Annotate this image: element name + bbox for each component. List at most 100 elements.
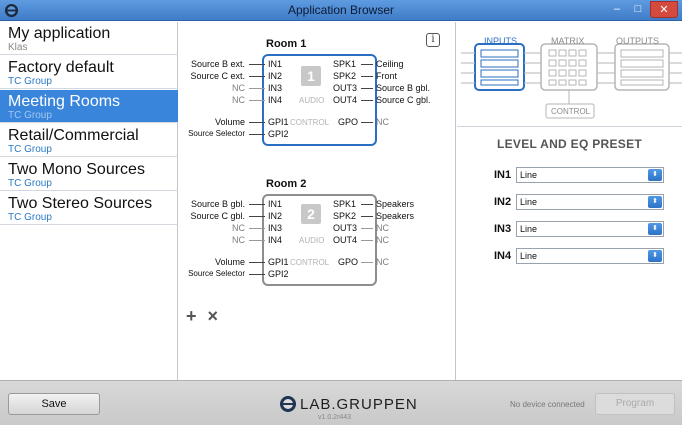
connector-line <box>249 134 265 135</box>
room-1-title: Room 1 <box>266 38 307 50</box>
connector-line <box>249 100 265 101</box>
item-group: TC Group <box>8 212 52 223</box>
room-2-spk2-port: SPK2 <box>333 211 357 221</box>
eq-in4-select[interactable]: Line ⬍ <box>516 248 664 264</box>
info-icon[interactable]: i <box>426 33 440 47</box>
room-1-out3-port: OUT3 <box>333 83 358 93</box>
item-group: Klas <box>8 42 28 53</box>
maximize-button[interactable]: □ <box>628 1 648 18</box>
room-1-in3-source: NC <box>232 83 245 93</box>
room-2-gpi1-port: GPI1 <box>268 257 289 267</box>
room-2-out3-dest: NC <box>376 223 389 233</box>
connector-line <box>361 76 373 77</box>
eq-in1-select[interactable]: Line ⬍ <box>516 167 664 183</box>
room-1-gpi1-port: GPI1 <box>268 117 289 127</box>
room-2-out4-dest: NC <box>376 235 389 245</box>
room-2-in3-source: NC <box>232 223 245 233</box>
eq-in4-value: Line <box>520 251 538 261</box>
item-name: Meeting Rooms <box>8 93 121 110</box>
item-name: Retail/Commercial <box>8 127 139 144</box>
eq-in1-value: Line <box>520 170 538 180</box>
room-1-in3-port: IN3 <box>268 83 283 93</box>
room-1-control-label: CONTROL <box>290 118 330 127</box>
sidebar-item-two-mono-sources[interactable]: Two Mono Sources TC Group <box>0 158 178 191</box>
sidebar-item-retail-commercial[interactable]: Retail/Commercial TC Group <box>0 124 178 157</box>
connector-line <box>249 88 265 89</box>
tab-matrix[interactable]: MATRIX <box>551 36 584 46</box>
room-2-gpo-dest: NC <box>376 257 389 267</box>
close-button[interactable]: ✕ <box>650 1 678 18</box>
application-list: My application Klas Factory default TC G… <box>0 22 178 380</box>
room-1-out4-port: OUT4 <box>333 95 358 105</box>
room-1-audio-label: AUDIO <box>299 96 325 105</box>
minimize-button[interactable]: – <box>607 1 627 18</box>
room-1-spk1-dest: Ceiling <box>376 59 404 69</box>
eq-in4-label: IN4 <box>494 250 512 262</box>
room-1-spk2-dest: Front <box>376 71 398 81</box>
room-1-in4-source: NC <box>232 95 245 105</box>
connector-line <box>361 122 373 123</box>
eq-panel-title: LEVEL AND EQ PRESET <box>496 137 643 151</box>
room-2-gpi1-source: Volume <box>214 257 245 267</box>
room-1-gpo-port: GPO <box>338 117 359 127</box>
window-title: Application Browser <box>287 3 395 17</box>
item-group: TC Group <box>8 76 52 87</box>
room-1-number-badge: 1 <box>301 66 321 86</box>
room-1-in1-port: IN1 <box>268 59 283 69</box>
connector-line <box>361 262 373 263</box>
eq-in2-label: IN2 <box>494 196 512 208</box>
tab-inputs[interactable]: INPUTS <box>484 36 517 46</box>
eq-in3-select[interactable]: Line ⬍ <box>516 221 664 237</box>
save-button[interactable]: Save <box>8 393 100 415</box>
sidebar-item-my-application[interactable]: My application Klas <box>0 22 178 55</box>
sidebar-item-factory-default[interactable]: Factory default TC Group <box>0 56 178 89</box>
sidebar-item-two-stereo-sources[interactable]: Two Stereo Sources TC Group <box>0 192 178 225</box>
room-1-out4-dest: Source C gbl. <box>376 95 431 105</box>
remove-room-button[interactable]: × <box>208 306 219 326</box>
room-2-out4-port: OUT4 <box>333 235 358 245</box>
connector-line <box>361 100 373 101</box>
room-2-gpi2-source: Source Selector <box>188 269 245 278</box>
tab-outputs[interactable]: OUTPUTS <box>616 36 659 46</box>
connector-line <box>361 204 373 205</box>
item-name: My application <box>8 25 111 42</box>
panel-divider <box>457 126 682 127</box>
room-2-audio-label: AUDIO <box>299 236 325 245</box>
connector-line <box>361 240 373 241</box>
room-1-spk2-port: SPK2 <box>333 71 357 81</box>
connector-line <box>249 262 265 263</box>
room-2-in2-source: Source C gbl. <box>190 211 245 221</box>
sidebar-item-meeting-rooms[interactable]: Meeting Rooms TC Group <box>0 90 178 123</box>
room-1-in4-port: IN4 <box>268 95 283 105</box>
connector-line <box>249 274 265 275</box>
item-name: Two Mono Sources <box>8 161 145 178</box>
dropdown-arrow-icon: ⬍ <box>648 169 662 181</box>
room-2-spk1-dest: Speakers <box>376 199 415 209</box>
room-2-spk2-dest: Speakers <box>376 211 415 221</box>
dropdown-arrow-icon: ⬍ <box>648 250 662 262</box>
item-group: TC Group <box>8 110 52 121</box>
room-2-in3-port: IN3 <box>268 223 283 233</box>
device-status: No device connected <box>510 400 585 409</box>
connector-line <box>249 216 265 217</box>
room-1-in2-source: Source C ext. <box>190 71 245 81</box>
footer-bar: Save LAB.GRUPPEN v1.0.2r443 No device co… <box>0 380 682 425</box>
room-2-in4-source: NC <box>232 235 245 245</box>
dropdown-arrow-icon: ⬍ <box>648 223 662 235</box>
program-button[interactable]: Program <box>595 393 675 415</box>
connector-line <box>361 216 373 217</box>
add-room-button[interactable]: + <box>186 306 197 326</box>
dropdown-arrow-icon: ⬍ <box>648 196 662 208</box>
room-2-gpi2-port: GPI2 <box>268 269 289 279</box>
labgruppen-logo-icon <box>280 396 296 412</box>
room-1-gpi2-port: GPI2 <box>268 129 289 139</box>
tab-control[interactable]: CONTROL <box>551 107 590 116</box>
connector-line <box>249 204 265 205</box>
connector-line <box>249 64 265 65</box>
room-1-gpi1-source: Volume <box>214 117 245 127</box>
room-2-title: Room 2 <box>266 178 307 190</box>
eq-in2-select[interactable]: Line ⬍ <box>516 194 664 210</box>
connector-line <box>249 228 265 229</box>
room-1-gpi2-source: Source Selector <box>188 129 245 138</box>
room-2-out3-port: OUT3 <box>333 223 358 233</box>
